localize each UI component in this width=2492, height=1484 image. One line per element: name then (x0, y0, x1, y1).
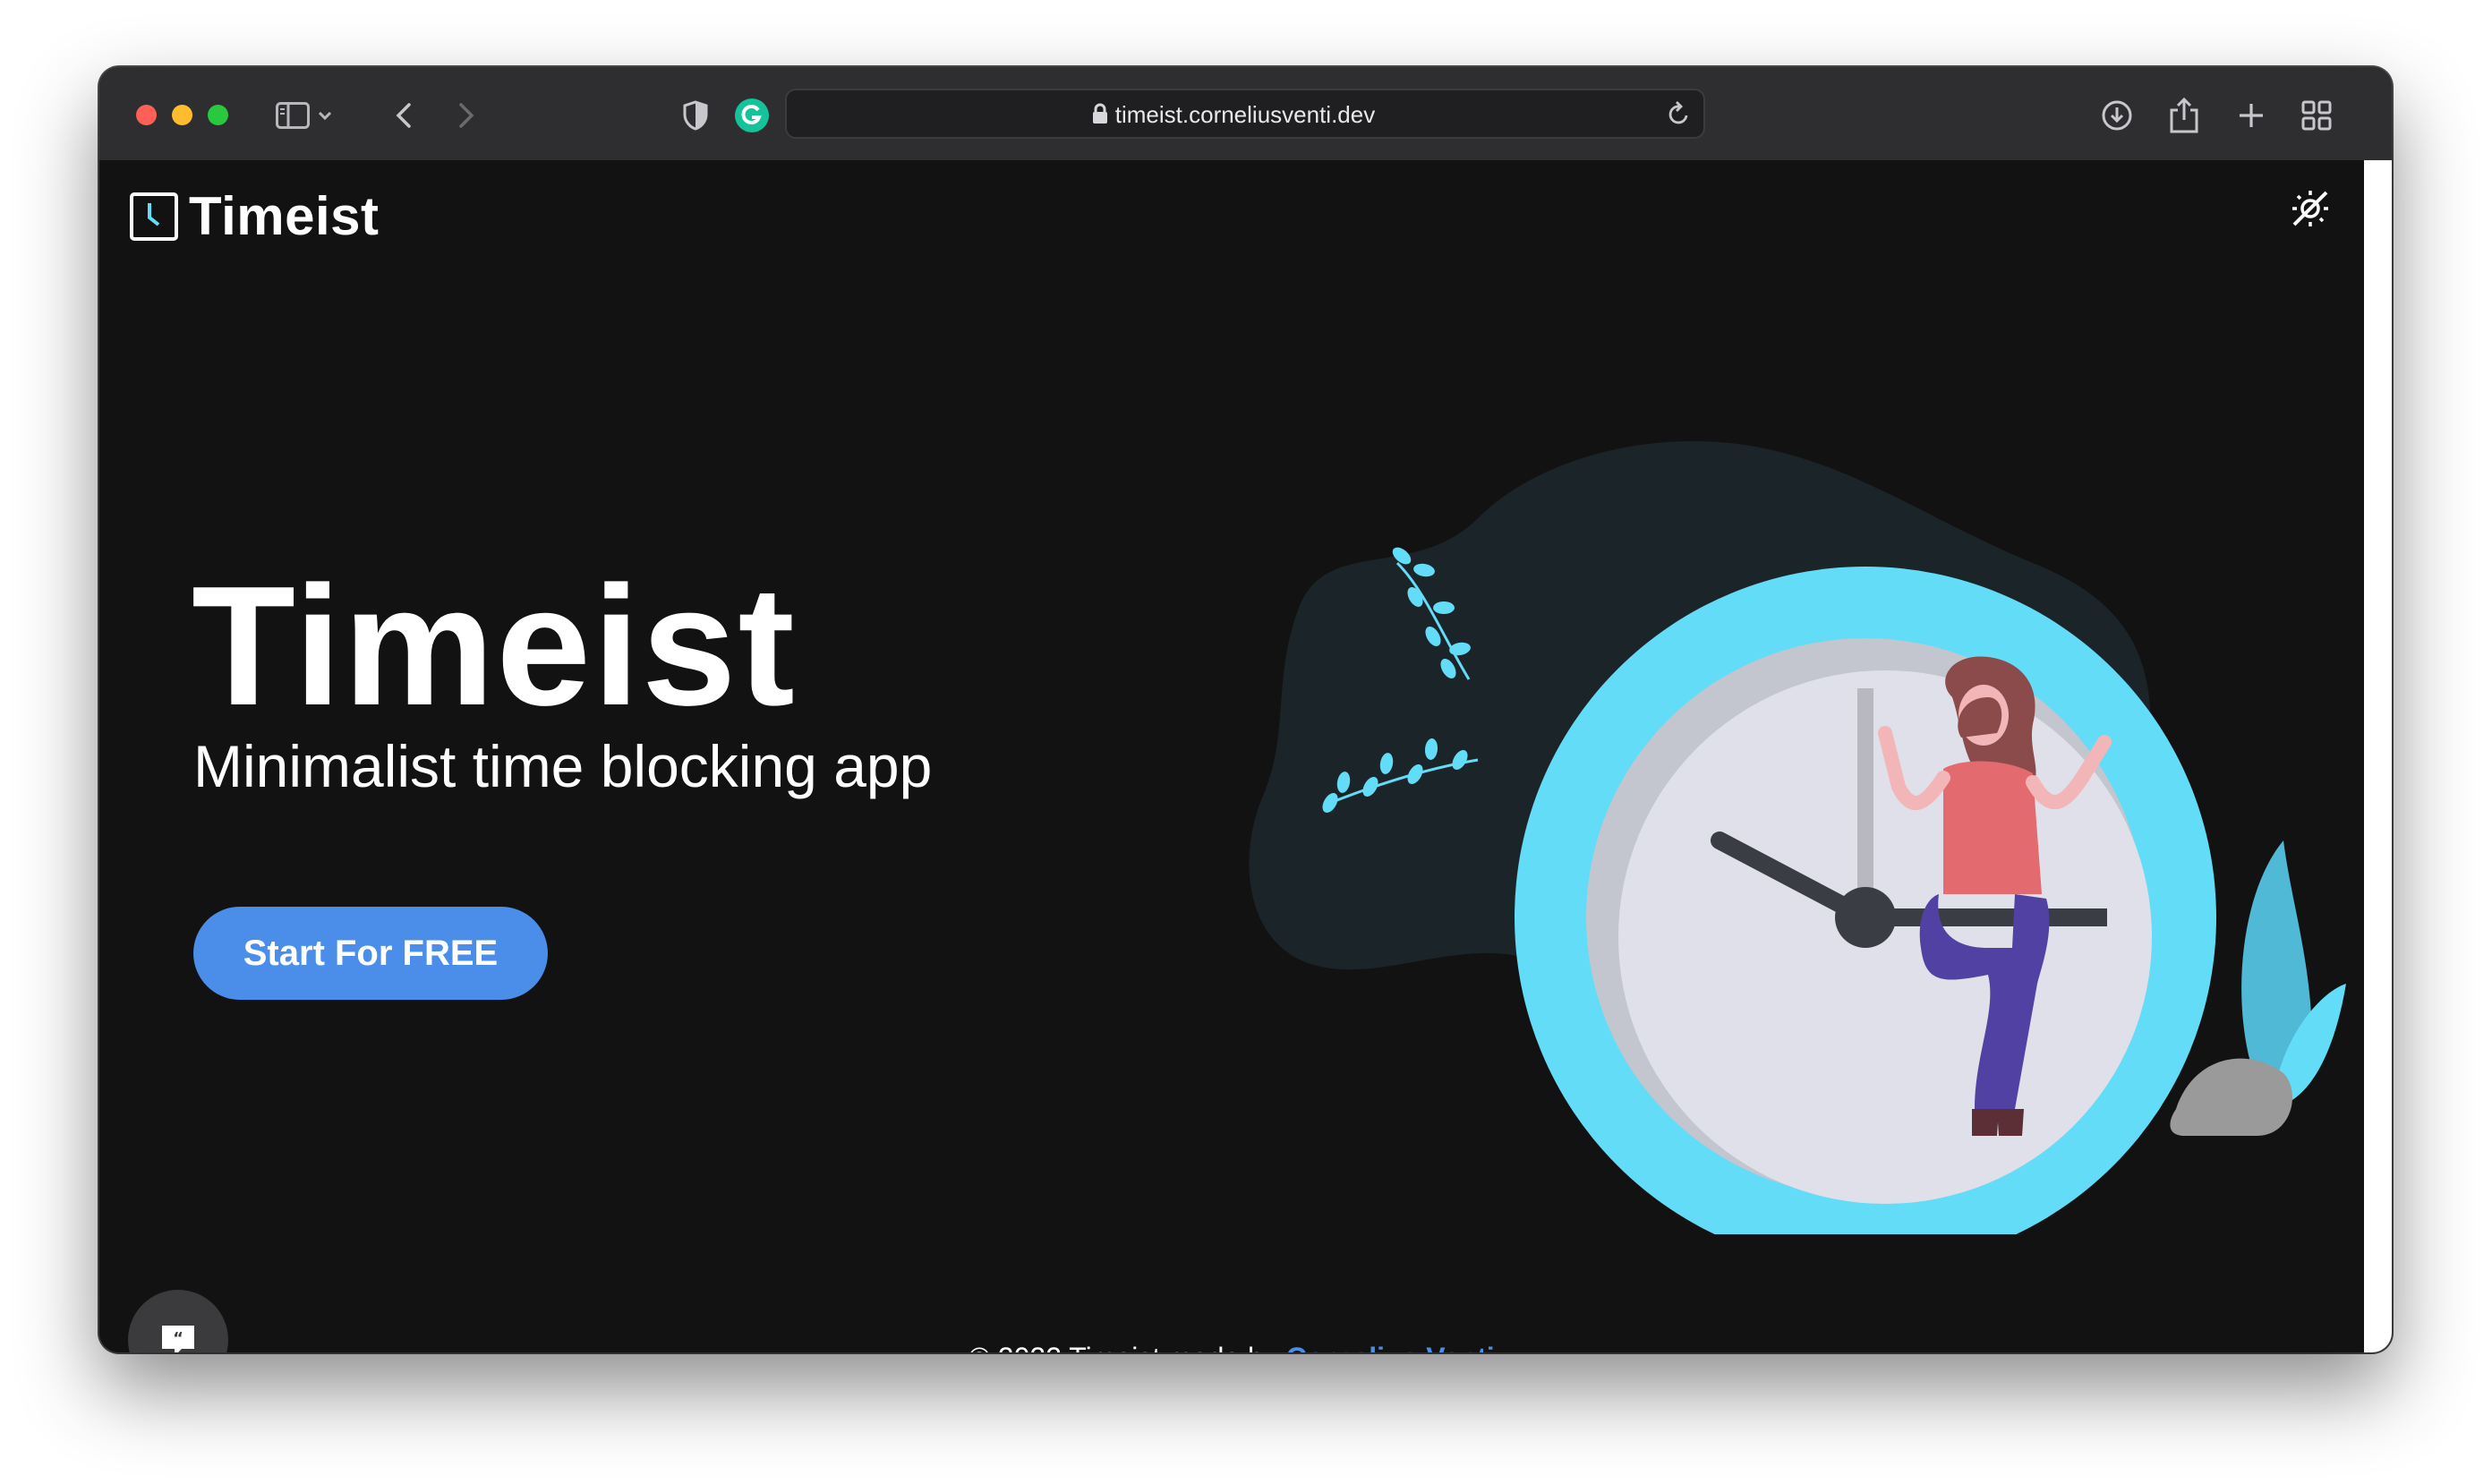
page-content: Timeist Timeist Minimalist time blocking… (99, 160, 2364, 1352)
clock-center (1835, 887, 1896, 948)
brand[interactable]: Timeist (130, 185, 379, 247)
minimize-window-button[interactable] (172, 105, 192, 125)
theme-toggle-icon[interactable] (2289, 187, 2332, 230)
brand-name: Timeist (189, 186, 380, 246)
close-window-button[interactable] (136, 105, 157, 125)
clock-logo-icon (130, 192, 178, 241)
chevron-down-icon[interactable] (312, 94, 337, 137)
share-icon[interactable] (2163, 94, 2206, 137)
url-text[interactable]: timeist.corneliusventi.dev (787, 101, 1703, 129)
clock-minute-hand (1857, 688, 1873, 921)
plus-icon[interactable] (2230, 94, 2273, 137)
footer: © 2022 Timeist made by Cornelius Venti (99, 1342, 2364, 1352)
zoom-window-button[interactable] (208, 105, 228, 125)
back-icon[interactable] (382, 94, 425, 137)
shield-icon[interactable] (674, 94, 717, 137)
tabs-grid-icon[interactable] (2295, 94, 2338, 137)
author-link[interactable]: Cornelius Venti (1286, 1342, 1495, 1352)
footer-copyright: © 2022 Timeist made by (969, 1342, 1285, 1352)
address-bar[interactable]: timeist.corneliusventi.dev (785, 89, 1705, 139)
hero-subtitle: Minimalist time blocking app (193, 733, 933, 799)
download-icon[interactable] (2095, 94, 2138, 137)
reload-icon[interactable] (1668, 101, 1691, 126)
sidebar-icon[interactable] (271, 94, 314, 137)
forward-icon[interactable] (445, 94, 488, 137)
clock-second-hand (1865, 908, 2107, 926)
lock-icon (1093, 103, 1107, 124)
browser-window: timeist.corneliusventi.dev Timeist Timei… (99, 67, 2392, 1352)
hero-title: Timeist (192, 551, 797, 741)
grammarly-icon[interactable] (730, 94, 773, 137)
start-for-free-button[interactable]: Start For FREE (193, 907, 548, 1000)
scrollbar-track[interactable] (2364, 160, 2392, 1352)
clock-illustration (1249, 440, 2346, 1234)
browser-toolbar: timeist.corneliusventi.dev (99, 67, 2392, 162)
